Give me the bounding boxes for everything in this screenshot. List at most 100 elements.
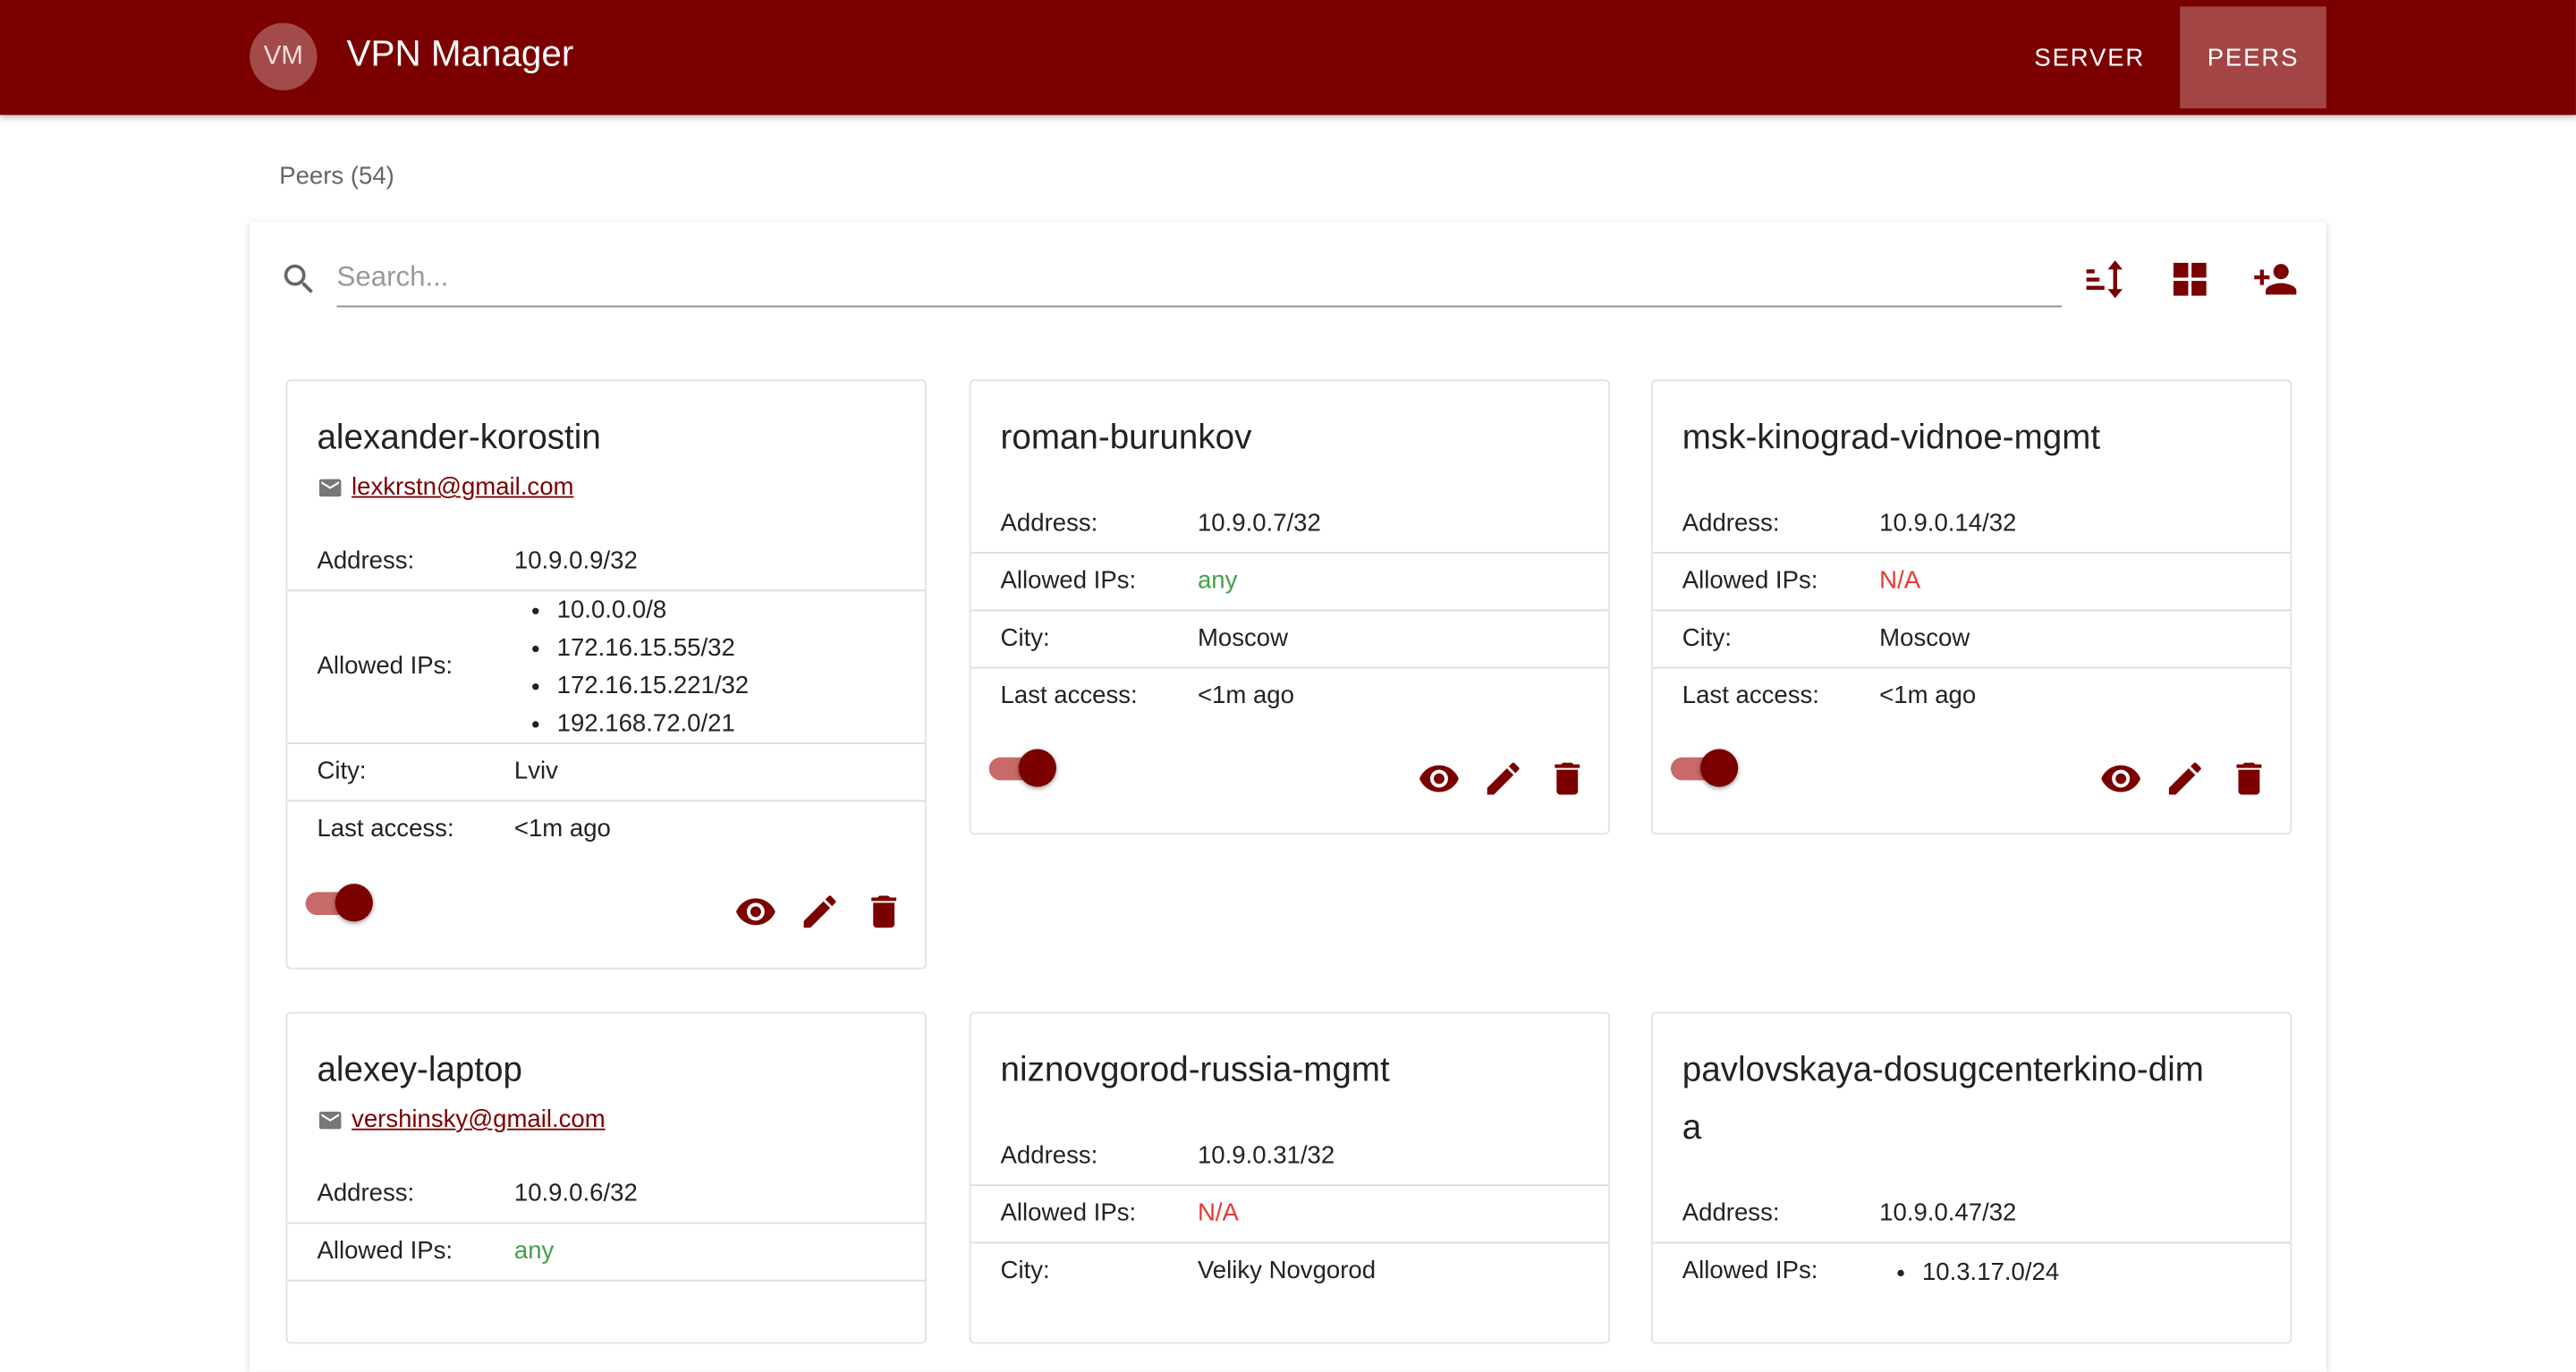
address-label: Address: — [1000, 1141, 1098, 1170]
allowed-ips-value: N/A — [1197, 1198, 1239, 1228]
allowed-ips-list: 10.0.0.0/8 172.16.15.55/32 172.16.15.221… — [514, 591, 749, 742]
sort-icon[interactable] — [2081, 257, 2127, 302]
address-value: 10.9.0.9/32 — [513, 546, 638, 575]
divider — [287, 800, 926, 802]
last-access-label: Last access: — [1000, 682, 1138, 710]
city-value: Moscow — [1197, 623, 1289, 653]
search-input[interactable] — [336, 250, 2063, 308]
nav-server-button[interactable]: SERVER — [2017, 6, 2162, 108]
delete-icon[interactable] — [2228, 758, 2271, 800]
allowed-ips-label: Allowed IPs: — [317, 1237, 453, 1266]
peer-enabled-toggle[interactable] — [988, 746, 1064, 789]
allowed-ips-label: Allowed IPs: — [1000, 1198, 1137, 1228]
view-icon[interactable] — [734, 890, 777, 933]
peer-name: alexander-korostin — [317, 419, 601, 457]
divider — [1652, 666, 2291, 669]
address-label: Address: — [317, 546, 415, 575]
edit-icon[interactable] — [2164, 758, 2207, 800]
peer-name-line-1: pavlovskaya-dosugcenterkino-dim — [1682, 1051, 2204, 1089]
delete-icon[interactable] — [1546, 758, 1589, 800]
address-label: Address: — [1682, 509, 1780, 538]
address-label: Address: — [1000, 509, 1098, 538]
allowed-ip-item: 192.168.72.0/21 — [557, 705, 749, 742]
address-value: 10.9.0.47/32 — [1879, 1198, 2017, 1228]
peer-card: msk-kinograd-vidnoe-mgmt Address: 10.9.0… — [1650, 379, 2292, 835]
peer-name: pavlovskaya-dosugcenterkino-dim a — [1682, 1041, 2267, 1156]
allowed-ip-item: 172.16.15.55/32 — [557, 629, 749, 666]
city-value: Lviv — [513, 757, 558, 785]
allowed-ips-label: Allowed IPs: — [1682, 1257, 1818, 1285]
divider — [970, 1184, 1609, 1187]
add-person-icon[interactable] — [2252, 257, 2298, 302]
peer-name: niznovgorod-russia-mgmt — [1000, 1051, 1390, 1089]
last-access-label: Last access: — [1682, 682, 1819, 710]
mail-icon — [318, 1110, 342, 1129]
allowed-ips-label: Allowed IPs: — [1682, 566, 1818, 595]
divider — [970, 1241, 1609, 1244]
divider — [970, 666, 1609, 669]
peer-name-line-2: a — [1682, 1108, 1702, 1148]
city-label: City: — [1682, 623, 1732, 653]
allowed-ips-value: any — [1197, 566, 1238, 595]
address-value: 10.9.0.31/32 — [1197, 1141, 1335, 1170]
peer-enabled-toggle[interactable] — [1670, 746, 1746, 789]
city-value: Veliky Novgorod — [1197, 1257, 1377, 1285]
address-value: 10.9.0.7/32 — [1197, 509, 1321, 538]
nav-peers-button[interactable]: PEERS — [2180, 6, 2326, 109]
divider — [287, 742, 926, 745]
address-value: 10.9.0.6/32 — [513, 1179, 638, 1207]
divider — [1652, 552, 2291, 554]
allowed-ip-item: 10.3.17.0/24 — [1922, 1253, 2059, 1291]
allowed-ips-label: Allowed IPs: — [317, 652, 453, 681]
peer-card: roman-burunkov Address: 10.9.0.7/32 Allo… — [969, 379, 1610, 835]
city-label: City: — [317, 757, 367, 785]
allowed-ips-list: 10.3.17.0/24 — [1879, 1253, 2059, 1291]
view-icon[interactable] — [1418, 758, 1461, 800]
peer-card: alexey-laptop vershinsky@gmail.com Addre… — [285, 1012, 927, 1344]
peer-name: msk-kinograd-vidnoe-mgmt — [1682, 419, 2101, 457]
last-access-value: <1m ago — [1197, 682, 1294, 710]
last-access-value: <1m ago — [513, 815, 611, 843]
delete-icon[interactable] — [862, 890, 905, 933]
search-icon — [284, 264, 313, 293]
top-app-bar: VM VPN Manager SERVER PEERS — [0, 0, 2576, 115]
peer-card: pavlovskaya-dosugcenterkino-dim a Address… — [1650, 1012, 2292, 1344]
last-access-value: <1m ago — [1879, 682, 1977, 710]
peer-enabled-toggle[interactable] — [305, 880, 381, 923]
last-access-label: Last access: — [317, 815, 454, 843]
divider — [287, 1279, 926, 1282]
city-label: City: — [1000, 623, 1050, 653]
peer-card: alexander-korostin lexkrstn@gmail.com Ad… — [285, 379, 927, 970]
address-label: Address: — [317, 1179, 415, 1207]
grid-view-icon[interactable] — [2167, 257, 2213, 302]
allowed-ip-item: 172.16.15.221/32 — [557, 667, 749, 705]
edit-icon[interactable] — [1482, 758, 1525, 800]
peer-email-link[interactable]: lexkrstn@gmail.com — [352, 473, 573, 501]
app-title: VPN Manager — [346, 32, 574, 74]
peer-name: alexey-laptop — [317, 1051, 522, 1089]
divider — [1652, 609, 2291, 612]
allowed-ips-label: Allowed IPs: — [1000, 566, 1137, 595]
peer-email: vershinsky@gmail.com — [317, 1105, 606, 1133]
peer-email-link[interactable]: vershinsky@gmail.com — [352, 1105, 606, 1133]
address-label: Address: — [1682, 1198, 1780, 1228]
divider — [287, 1222, 926, 1224]
mail-icon — [318, 478, 342, 496]
app-avatar: VM — [250, 22, 318, 91]
city-label: City: — [1000, 1257, 1050, 1285]
peer-card: niznovgorod-russia-mgmt Address: 10.9.0.… — [969, 1012, 1610, 1344]
city-value: Moscow — [1879, 623, 1970, 653]
divider — [1652, 1241, 2291, 1244]
allowed-ip-item: 10.0.0.0/8 — [557, 591, 749, 629]
peer-email: lexkrstn@gmail.com — [317, 473, 573, 501]
view-icon[interactable] — [2099, 758, 2142, 800]
divider — [970, 552, 1609, 554]
divider — [970, 609, 1609, 612]
peer-name: roman-burunkov — [1000, 419, 1252, 457]
page: VM VPN Manager SERVER PEERS Peers (54) a… — [0, 0, 2576, 1372]
address-value: 10.9.0.14/32 — [1879, 509, 2017, 538]
allowed-ips-value: N/A — [1879, 566, 1921, 595]
edit-icon[interactable] — [799, 890, 842, 933]
peers-count-heading: Peers (54) — [279, 162, 394, 191]
allowed-ips-value: any — [513, 1237, 555, 1266]
